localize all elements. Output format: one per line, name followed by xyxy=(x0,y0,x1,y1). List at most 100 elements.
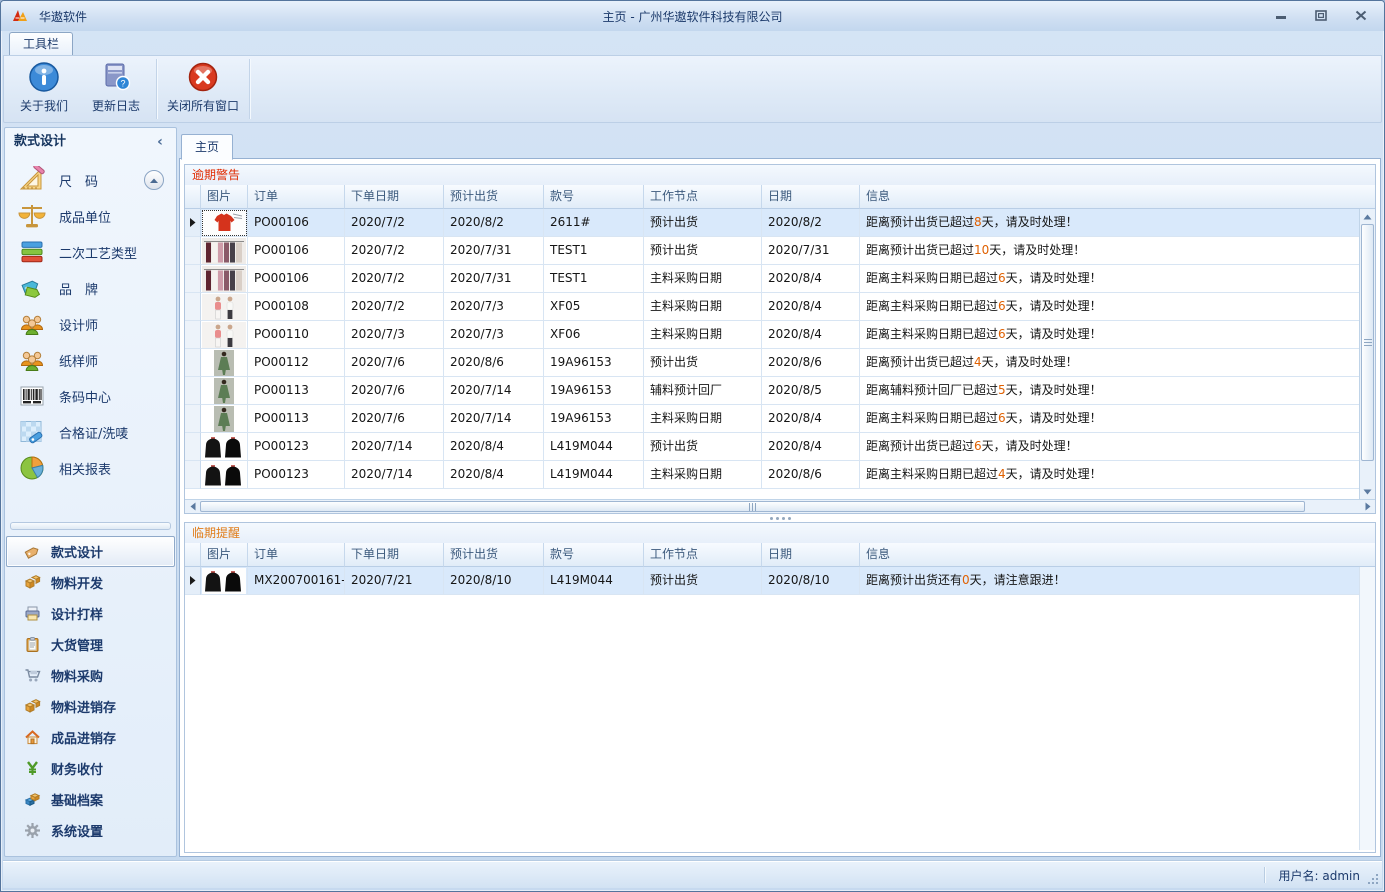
module-item-finance-yen[interactable]: 财务收付 xyxy=(6,753,175,784)
sidebar-collapse-icon[interactable]: ‹ xyxy=(153,128,167,156)
sidebar-scroll-up-button[interactable] xyxy=(144,170,164,190)
cell-order_date: 2020/7/6 xyxy=(345,349,444,377)
cell-date: 2020/8/6 xyxy=(762,349,860,377)
module-item-production-clipboard[interactable]: 大货管理 xyxy=(6,629,175,660)
scroll-up-arrow-icon[interactable] xyxy=(1360,209,1375,224)
black-jackets-thumb xyxy=(202,462,246,488)
cell-order_date: 2020/7/2 xyxy=(345,293,444,321)
sidebar-header-label: 款式设计 xyxy=(14,128,66,156)
sidebar-item-report-pie[interactable]: 相关报表 xyxy=(5,450,176,486)
sidebar-item-scale[interactable]: 成品单位 xyxy=(5,198,176,234)
sidebar-item-process-layers[interactable]: 二次工艺类型 xyxy=(5,234,176,270)
main-panel: 逾期警告 图片订单下单日期预计出货款号工作节点日期信息PO001062020/7… xyxy=(179,158,1381,857)
black-jackets-thumb xyxy=(202,434,246,460)
models-thumb xyxy=(202,322,246,348)
cell-expected_ship: 2020/7/14 xyxy=(444,405,544,433)
column-header-2[interactable]: 下单日期 xyxy=(345,543,444,567)
sidebar-item-patternmaker-people[interactable]: 纸样师 xyxy=(5,342,176,378)
resize-grip-icon[interactable] xyxy=(1367,873,1379,885)
module-item-style-tag[interactable]: 款式设计 xyxy=(6,536,175,567)
module-item-purchase-cart[interactable]: 物料采购 xyxy=(6,660,175,691)
table-row[interactable]: MX200700161-B2020/7/212020/8/10L419M044预… xyxy=(185,567,1375,595)
module-item-base-archive[interactable]: 基础档案 xyxy=(6,784,175,815)
module-item-settings-gear[interactable]: 系统设置 xyxy=(6,815,175,846)
column-header-1[interactable]: 订单 xyxy=(248,543,345,567)
module-item-label: 设计打样 xyxy=(51,604,103,623)
ribbon-button-label: 更新日志 xyxy=(92,97,140,114)
cell-expected_ship: 2020/8/10 xyxy=(444,567,544,595)
table-row[interactable]: PO001062020/7/22020/7/31TEST1主料采购日期2020/… xyxy=(185,265,1375,293)
column-header-3[interactable]: 预计出货 xyxy=(444,543,544,567)
column-header-6[interactable]: 日期 xyxy=(762,543,860,567)
cell-work_node: 预计出货 xyxy=(644,209,762,237)
column-header-4[interactable]: 款号 xyxy=(544,185,644,209)
scroll-right-arrow-icon[interactable] xyxy=(1360,500,1375,513)
ribbon-tab-toolbar[interactable]: 工具栏 xyxy=(9,32,73,55)
material-boxes-icon xyxy=(24,574,41,591)
table-row[interactable]: PO001232020/7/142020/8/4L419M044主料采购日期20… xyxy=(185,461,1375,489)
brand-tags-icon xyxy=(18,274,46,302)
table-row[interactable]: PO001102020/7/32020/7/3XF06主料采购日期2020/8/… xyxy=(185,321,1375,349)
module-item-material-boxes[interactable]: 物料进销存 xyxy=(6,691,175,722)
cell-style_no: L419M044 xyxy=(544,433,644,461)
column-header-6[interactable]: 日期 xyxy=(762,185,860,209)
column-header-0[interactable]: 图片 xyxy=(201,543,248,567)
style-tag-icon xyxy=(24,543,41,560)
table-row[interactable]: PO001122020/7/62020/8/619A96153预计出货2020/… xyxy=(185,349,1375,377)
vertical-scroll-thumb[interactable] xyxy=(1361,224,1374,461)
horizontal-scroll-thumb[interactable] xyxy=(200,501,1305,512)
overdue-vertical-scrollbar[interactable] xyxy=(1359,209,1375,499)
minimize-button[interactable] xyxy=(1268,5,1294,25)
module-item-label: 物料进销存 xyxy=(51,697,116,716)
column-header-1[interactable]: 订单 xyxy=(248,185,345,209)
green-dress-thumb xyxy=(214,350,234,376)
module-item-sample-printer[interactable]: 设计打样 xyxy=(6,598,175,629)
table-row[interactable]: PO001132020/7/62020/7/1419A96153主料采购日期20… xyxy=(185,405,1375,433)
overdue-horizontal-scrollbar[interactable] xyxy=(185,499,1375,513)
scroll-left-arrow-icon[interactable] xyxy=(185,500,200,513)
table-row[interactable]: PO001132020/7/62020/7/1419A96153辅料预计回厂20… xyxy=(185,377,1375,405)
table-row[interactable]: PO001062020/7/22020/7/31TEST1预计出货2020/7/… xyxy=(185,237,1375,265)
cell-image xyxy=(201,265,248,293)
column-header-4[interactable]: 款号 xyxy=(544,543,644,567)
table-row[interactable]: PO001232020/7/142020/8/4L419M044预计出货2020… xyxy=(185,433,1375,461)
column-header-0[interactable]: 图片 xyxy=(201,185,248,209)
cell-expected_ship: 2020/7/14 xyxy=(444,377,544,405)
ribbon-button-about-info[interactable]: 关于我们 xyxy=(8,56,80,122)
upcoming-vertical-scrollbar-track[interactable] xyxy=(1359,567,1375,850)
close-button[interactable] xyxy=(1348,5,1374,25)
cell-image xyxy=(201,405,248,433)
sidebar-item-label: 二次工艺类型 xyxy=(59,243,137,262)
panel-splitter-handle[interactable] xyxy=(180,514,1380,522)
sidebar-splitter-handle[interactable] xyxy=(10,522,171,530)
sidebar-item-care-label[interactable]: 合格证/洗唛 xyxy=(5,414,176,450)
cell-order_date: 2020/7/6 xyxy=(345,377,444,405)
scroll-down-arrow-icon[interactable] xyxy=(1360,484,1375,499)
row-indicator xyxy=(185,293,201,321)
cell-work_node: 预计出货 xyxy=(644,349,762,377)
sidebar-item-barcode[interactable]: 条码中心 xyxy=(5,378,176,414)
module-item-material-boxes[interactable]: 物料开发 xyxy=(6,567,175,598)
table-row[interactable]: PO001082020/7/22020/7/3XF05主料采购日期2020/8/… xyxy=(185,293,1375,321)
main-area: 主页 逾期警告 图片订单下单日期预计出货款号工作节点日期信息PO00106202… xyxy=(179,129,1381,857)
column-header-7[interactable]: 信息 xyxy=(860,543,1375,567)
table-row[interactable]: PO001062020/7/22020/8/22611#预计出货2020/8/2… xyxy=(185,209,1375,237)
sidebar-item-brand-tags[interactable]: 品 牌 xyxy=(5,270,176,306)
module-item-product-home[interactable]: 成品进销存 xyxy=(6,722,175,753)
ribbon-button-close-all-windows[interactable]: 关闭所有窗口 xyxy=(161,56,245,122)
column-header-7[interactable]: 信息 xyxy=(860,185,1375,209)
statusbar-username: 用户名: admin xyxy=(1279,867,1360,884)
tab-home[interactable]: 主页 xyxy=(181,134,233,160)
base-archive-icon xyxy=(24,791,41,808)
module-item-label: 大货管理 xyxy=(51,635,103,654)
ribbon-button-changelog-book[interactable]: ?更新日志 xyxy=(80,56,152,122)
column-header-2[interactable]: 下单日期 xyxy=(345,185,444,209)
row-indicator xyxy=(185,265,201,293)
sidebar-item-label: 设计师 xyxy=(59,315,98,334)
restore-button[interactable] xyxy=(1308,5,1334,25)
column-header-3[interactable]: 预计出货 xyxy=(444,185,544,209)
cell-expected_ship: 2020/7/3 xyxy=(444,321,544,349)
column-header-5[interactable]: 工作节点 xyxy=(644,185,762,209)
column-header-5[interactable]: 工作节点 xyxy=(644,543,762,567)
sidebar-item-designer-people[interactable]: 设计师 xyxy=(5,306,176,342)
